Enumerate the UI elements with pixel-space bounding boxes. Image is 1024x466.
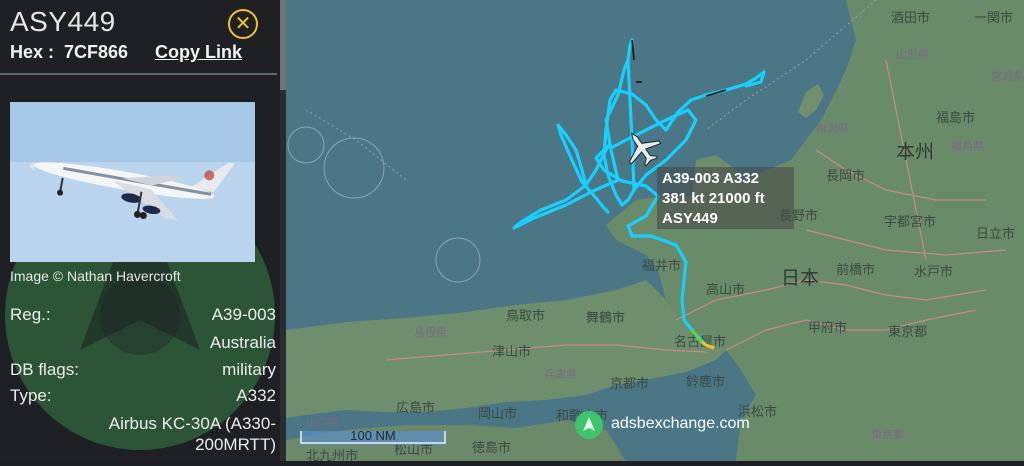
close-icon[interactable]: ✕ bbox=[228, 9, 258, 39]
city-label: 酒田市 bbox=[891, 10, 930, 25]
type-full-line: 200MRTT) bbox=[195, 435, 276, 454]
city-label: 津山市 bbox=[492, 344, 531, 359]
scale-label: 100 NM bbox=[350, 428, 396, 443]
city-label: 一関市 bbox=[974, 10, 1013, 25]
map-label-reg-type: A39-003 A332 bbox=[662, 170, 760, 187]
map-canvas[interactable]: 酒田市 一関市 山形県 宮城県 福島市 新潟県 本州 福島県 長岡市 宇都宮市 … bbox=[286, 0, 1024, 463]
map-view[interactable]: 酒田市 一関市 山形県 宮城県 福島市 新潟県 本州 福島県 長岡市 宇都宮市 … bbox=[286, 0, 1024, 463]
prefecture-label: 島根県 bbox=[414, 325, 447, 339]
prefecture-label: 東京都 bbox=[871, 427, 904, 441]
hex-label: Hex : bbox=[10, 42, 55, 62]
city-label: 高山市 bbox=[706, 282, 745, 297]
city-label: 日立市 bbox=[976, 226, 1015, 241]
city-label: 広島市 bbox=[396, 400, 435, 415]
hex-value: 7CF866 bbox=[64, 42, 129, 62]
info-value: Australia bbox=[209, 333, 276, 352]
city-label: 甲府市 bbox=[808, 320, 847, 335]
adsbexchange-logo bbox=[575, 411, 603, 439]
watermark-text: adsbexchange.com bbox=[611, 415, 750, 432]
info-label: Type: bbox=[10, 386, 52, 405]
photo-credit: Image © Nathan Havercroft bbox=[10, 268, 181, 284]
prefecture-label: 宮城県 bbox=[991, 69, 1024, 83]
info-value: military bbox=[222, 360, 276, 379]
city-label: 前橋市 bbox=[836, 262, 875, 277]
country-label: 日本 bbox=[781, 267, 819, 289]
header-divider bbox=[0, 73, 277, 75]
hex-row: Hex : 7CF866 bbox=[10, 42, 128, 63]
prefecture-label: 兵庫県 bbox=[544, 367, 577, 381]
copy-link[interactable]: Copy Link bbox=[155, 42, 242, 63]
info-value: A39-003 bbox=[211, 305, 276, 324]
city-label: 北九州市 bbox=[306, 448, 358, 461]
prefecture-label: 新潟県 bbox=[816, 121, 849, 135]
city-label: 東京都 bbox=[888, 324, 927, 339]
city-label: 長岡市 bbox=[826, 168, 865, 183]
prefecture-label: 福島県 bbox=[951, 139, 984, 153]
info-value: A332 bbox=[236, 386, 276, 405]
map-label-speed-alt: 381 kt 21000 ft bbox=[662, 190, 765, 207]
city-label: 宇都宮市 bbox=[884, 214, 936, 229]
city-label: 徳島市 bbox=[472, 440, 511, 455]
aircraft-type-full: Airbus KC-30A (A330- 200MRTT) bbox=[10, 413, 276, 455]
prefecture-label: 山形県 bbox=[896, 48, 929, 61]
city-label: 水戸市 bbox=[914, 264, 953, 279]
aircraft-photo[interactable] bbox=[10, 102, 255, 262]
city-label: 京都市 bbox=[610, 376, 649, 391]
city-label: 岡山市 bbox=[478, 406, 517, 421]
panel-scrollbar-thumb[interactable] bbox=[280, 0, 286, 90]
map-label-callsign: ASY449 bbox=[662, 210, 718, 227]
city-label: 福井市 bbox=[642, 258, 681, 273]
island-label: 本州 bbox=[896, 141, 934, 163]
city-label: 鈴鹿市 bbox=[686, 374, 725, 389]
type-full-line: Airbus KC-30A (A330- bbox=[108, 414, 276, 433]
city-label: 鳥取市 bbox=[506, 308, 545, 323]
city-label: 舞鶴市 bbox=[586, 310, 625, 325]
info-label: Reg.: bbox=[10, 305, 51, 324]
info-label: DB flags: bbox=[10, 360, 79, 379]
aircraft-info-panel: ASY449 ✕ Hex : 7CF866 Copy Link Image © N… bbox=[0, 0, 286, 461]
aircraft-callsign: ASY449 bbox=[10, 6, 116, 37]
city-label: 福島市 bbox=[936, 110, 975, 125]
